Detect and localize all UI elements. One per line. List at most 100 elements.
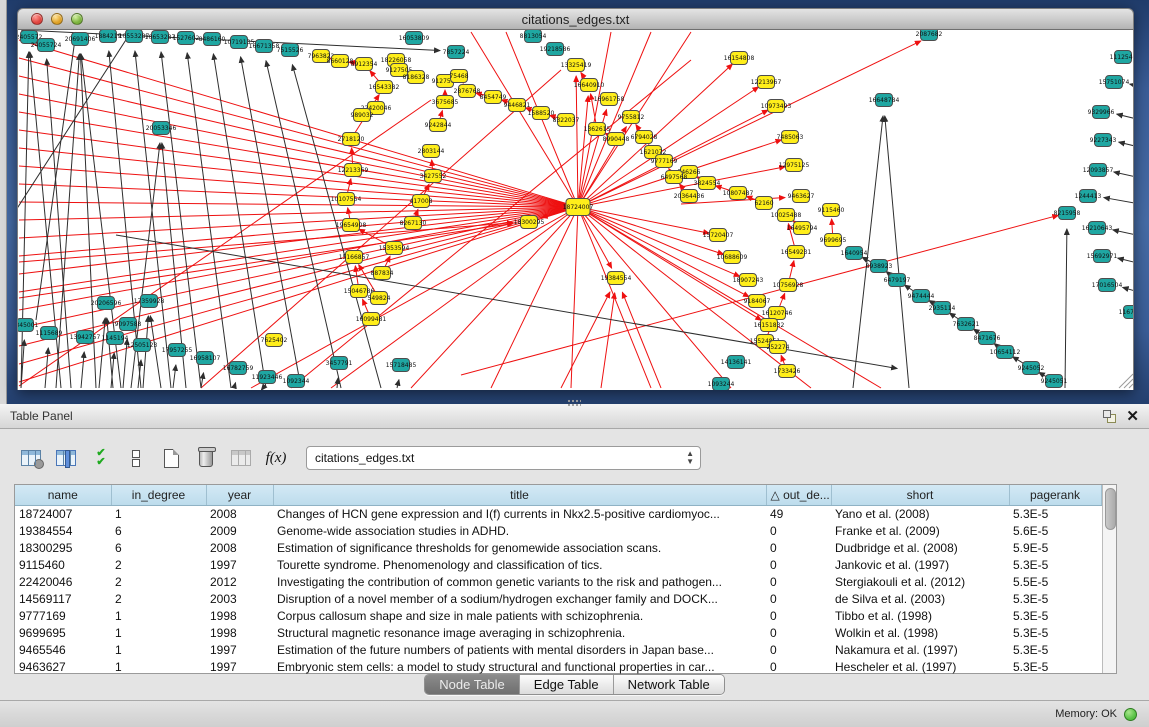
table-cell: 2008: [206, 505, 273, 522]
table-cell: Nakamura et al. (1997): [831, 641, 1009, 658]
table-row[interactable]: 911546021997Tourette syndrome. Phenomeno…: [15, 556, 1101, 573]
graph-node-label: 15720407: [703, 232, 734, 239]
table-scrollbar[interactable]: [1102, 485, 1117, 673]
graph-node-label: 1112540: [1110, 54, 1133, 61]
column-header-in_degree[interactable]: in_degree: [111, 485, 206, 505]
graph-edge: [337, 378, 338, 388]
table-cell: 2: [111, 590, 206, 607]
table-row[interactable]: 946554611997Estimation of the future num…: [15, 641, 1101, 658]
table-settings-icon[interactable]: [18, 445, 44, 471]
table-panel: Table Panel ✕ ✔✔ f(x) citations_edges.tx…: [0, 404, 1149, 700]
graph-edge: [19, 207, 578, 274]
graph-edge: [411, 207, 578, 388]
table-row[interactable]: 1872400712008Changes of HCN gene express…: [15, 505, 1101, 522]
table-cell: 9777169: [15, 607, 111, 624]
table-cell: 0: [766, 607, 831, 624]
table-cell: Wolkin et al. (1998): [831, 624, 1009, 641]
graph-node-label: 17016504: [1092, 282, 1123, 289]
splitter-handle[interactable]: [567, 399, 581, 407]
table-toolbar: ✔✔ f(x) citations_edges.txt ▲▼: [18, 443, 1149, 473]
graph-node-label: 20206596: [91, 300, 122, 307]
table-row[interactable]: 2242004622012Investigating the contribut…: [15, 573, 1101, 590]
graph-node-label: 20364436: [674, 193, 705, 200]
graph-node-label: 1884219: [95, 33, 122, 40]
column-header-out_de[interactable]: △ out_de...: [766, 485, 831, 505]
graph-node-label: 1733426: [774, 368, 801, 375]
table-select-dropdown[interactable]: citations_edges.txt ▲▼: [306, 446, 701, 470]
table-cell: 1998: [206, 607, 273, 624]
table-cell: 14569117: [15, 590, 111, 607]
table-row[interactable]: 977716911998Corpus callosum shape and si…: [15, 607, 1101, 624]
graph-node-label: 9329966: [1088, 109, 1115, 116]
graph-node-label: 62160: [754, 200, 773, 207]
delete-icon[interactable]: [193, 445, 219, 471]
table-cell: 1: [111, 607, 206, 624]
table-row[interactable]: 1938455462009Genome-wide association stu…: [15, 522, 1101, 539]
graph-node-label: 8186328: [403, 74, 430, 81]
tab-edge-table[interactable]: Edge Table: [520, 675, 614, 694]
column-header-year[interactable]: year: [206, 485, 273, 505]
table-cell: Tibbo et al. (1998): [831, 607, 1009, 624]
graph-node-label: 18300295: [514, 219, 545, 226]
table-row[interactable]: 969969511998Structural magnetic resonanc…: [15, 624, 1101, 641]
column-header-name[interactable]: name: [15, 485, 111, 505]
table-cell: Tourette syndrome. Phenomenology and cla…: [273, 556, 766, 573]
graph-node-label: 16495794: [787, 225, 818, 232]
column-header-title[interactable]: title: [273, 485, 766, 505]
graph-edge: [622, 292, 661, 388]
new-document-icon[interactable]: [158, 445, 184, 471]
graph-edge: [578, 207, 811, 388]
resize-grip[interactable]: [1119, 374, 1133, 388]
memory-status-label: Memory: OK: [1055, 708, 1117, 720]
select-rows-icon[interactable]: ✔✔: [88, 445, 114, 471]
graph-edge: [601, 293, 615, 388]
graph-node-label: 19384554: [601, 275, 632, 282]
table-cell: 5.3E-5: [1009, 556, 1101, 573]
graph-edge: [19, 148, 578, 207]
graph-node-label: 15046786: [344, 288, 375, 295]
close-icon[interactable]: ✕: [1126, 410, 1139, 423]
graph-node-label: 18907243: [733, 277, 764, 284]
graph-node-label: 8938923: [866, 263, 893, 270]
graph-node-label: 16782759: [223, 365, 254, 372]
table-row[interactable]: 946362711997Embryonic stem cells: a mode…: [15, 658, 1101, 675]
tab-network-table[interactable]: Network Table: [614, 675, 724, 694]
tab-node-table[interactable]: Node Table: [425, 675, 520, 694]
network-canvas[interactable]: 2405572240557242069140618842191055328710…: [17, 30, 1134, 390]
graph-node-label: 10653287: [145, 34, 176, 41]
window-titlebar[interactable]: citations_edges.txt: [17, 8, 1134, 30]
column-header-short[interactable]: short: [831, 485, 1009, 505]
table-cell: 5.3E-5: [1009, 607, 1101, 624]
table-cell: 0: [766, 658, 831, 675]
function-builder-icon[interactable]: f(x): [263, 445, 289, 471]
table-cell: 1997: [206, 641, 273, 658]
graph-node-label: 16961758: [594, 96, 625, 103]
table-row[interactable]: 1456911722003Disruption of a novel membe…: [15, 590, 1101, 607]
graph-node-label: 17359928: [134, 298, 165, 305]
graph-node-label: 8486160: [199, 36, 226, 43]
table-cell: Embryonic stem cells: a model to study s…: [273, 658, 766, 675]
table-row[interactable]: 1830029562008Estimation of significance …: [15, 539, 1101, 556]
graph-node-label: 12505123: [127, 342, 158, 349]
table-cell: Estimation of significance thresholds fo…: [273, 539, 766, 556]
toggle-rows-icon[interactable]: [123, 445, 149, 471]
table-cell: 0: [766, 539, 831, 556]
table-cell: Genome-wide association studies in ADHD.: [273, 522, 766, 539]
graph-node-label: 20691406: [65, 36, 96, 43]
graph-node-label: 18724007: [563, 204, 594, 211]
table-cell: 19384554: [15, 522, 111, 539]
column-chooser-icon[interactable]: [53, 445, 79, 471]
memory-indicator-icon[interactable]: [1124, 708, 1137, 721]
graph-edge: [19, 94, 578, 207]
graph-node-label: 15353594: [379, 245, 410, 252]
graph-edge: [1119, 142, 1133, 148]
column-header-pagerank[interactable]: pagerank: [1009, 485, 1101, 505]
graph-node-label: 15692971: [1087, 253, 1118, 260]
graph-edge: [187, 53, 231, 388]
graph-node-label: 7515526: [277, 47, 304, 54]
table-cell: 18300295: [15, 539, 111, 556]
graph-edge: [1065, 229, 1067, 388]
graph-node-label: 887834: [371, 270, 394, 277]
float-window-icon[interactable]: [1103, 410, 1116, 423]
scrollbar-thumb[interactable]: [1105, 488, 1116, 530]
